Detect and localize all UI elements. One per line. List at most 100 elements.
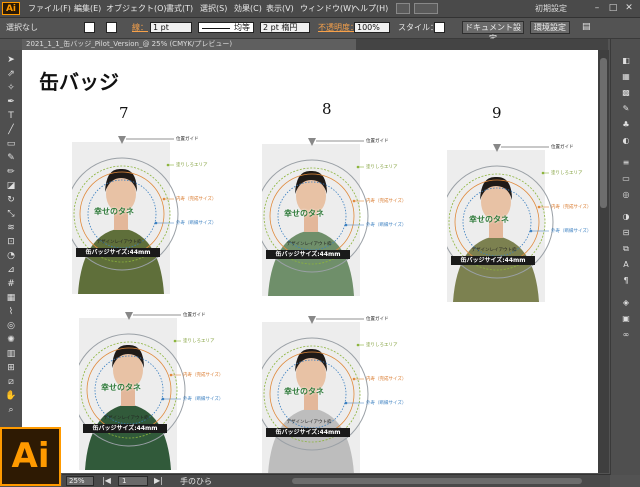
stroke-panel-icon[interactable]: ≡: [619, 157, 633, 168]
guide-label-position: 位置ガイド: [176, 137, 199, 142]
preferences-button[interactable]: 環境設定: [530, 21, 570, 34]
paragraph-panel-icon[interactable]: ¶: [619, 275, 633, 286]
type-tool-icon[interactable]: T: [3, 110, 19, 122]
graph-tool-icon[interactable]: ▥: [3, 348, 19, 360]
line-tool-icon[interactable]: ╱: [3, 124, 19, 136]
links-panel-icon[interactable]: ∞: [619, 329, 633, 340]
brush-definition-field[interactable]: 2 pt 楕円: [260, 22, 310, 33]
tools-panel: ➤ ⇗ ✧ ✒ T ╱ ▭ ✎ ✏ ◪ ↻ ⤡ ≋ ⊡ ◔ ⊿ # ▦ ⌇ ◎ …: [0, 50, 23, 436]
badge-card[interactable]: 位置ガイド 塗りしろエリア 内寿（完成サイズ） 外寿（断縁サイズ） デザインレイアウト枠…: [72, 136, 222, 298]
gradient-tool-icon[interactable]: ▦: [3, 292, 19, 304]
stroke-weight-field[interactable]: 1 pt: [150, 22, 192, 33]
vertical-scrollbar[interactable]: [598, 50, 609, 473]
fill-swatch[interactable]: [84, 22, 95, 33]
bridge-icon[interactable]: [396, 3, 410, 14]
scale-tool-icon[interactable]: ⤡: [3, 208, 19, 220]
badge-size-label: 缶バッジサイズ:44mm: [76, 248, 160, 257]
horizontal-scroll-thumb[interactable]: [292, 478, 582, 484]
align-panel-icon[interactable]: ⊟: [619, 227, 633, 238]
variable-width-profile[interactable]: 均等: [198, 22, 254, 33]
slice-tool-icon[interactable]: ⧄: [3, 376, 19, 388]
hand-tool-icon[interactable]: ✋: [3, 390, 19, 402]
blend-tool-icon[interactable]: ◎: [3, 320, 19, 332]
graphic-style-swatch[interactable]: [434, 22, 445, 33]
first-artboard-icon[interactable]: |◀: [102, 476, 111, 485]
arrange-documents-icon[interactable]: [414, 3, 438, 14]
mesh-tool-icon[interactable]: #: [3, 278, 19, 290]
badge-number: 8: [322, 100, 332, 118]
opacity-field[interactable]: 100%: [354, 22, 390, 33]
magic-wand-tool-icon[interactable]: ✧: [3, 82, 19, 94]
pen-tool-icon[interactable]: ✒: [3, 96, 19, 108]
badge-card[interactable]: 位置ガイド 塗りしろエリア 内寿（完成サイズ） 外寿（断縁サイズ） デザインレイアウト枠…: [79, 312, 229, 473]
opacity-label[interactable]: 不透明度：: [318, 22, 358, 33]
color-guide-icon[interactable]: ▦: [619, 71, 633, 82]
gradient-panel-icon[interactable]: ▭: [619, 173, 633, 184]
brushes-panel-icon[interactable]: ✎: [619, 103, 633, 114]
direct-selection-tool-icon[interactable]: ⇗: [3, 68, 19, 80]
guide-label-bleed: 塗りしろエリア: [551, 171, 583, 176]
minimize-icon[interactable]: –: [590, 2, 604, 14]
artboard-number-field[interactable]: 1: [118, 476, 148, 486]
badge-guides: [447, 144, 554, 279]
pathfinder-panel-icon[interactable]: ⧉: [619, 243, 633, 254]
perspective-grid-tool-icon[interactable]: ⊿: [3, 264, 19, 276]
artboard[interactable]: 缶バッジ 7 位置ガイド 塗りしろエリア 内寿（完成サイズ） 外寿（断縁サイズ） デザイン…: [22, 50, 598, 473]
badge-card[interactable]: 位置ガイド 塗りしろエリア 内寿（完成サイズ） 外寿（断縁サイズ） デザインレイアウト枠…: [262, 138, 412, 300]
symbol-sprayer-tool-icon[interactable]: ✺: [3, 334, 19, 346]
eraser-tool-icon[interactable]: ◪: [3, 180, 19, 192]
menu-object[interactable]: オブジェクト(O): [106, 3, 167, 14]
zoom-field[interactable]: 25%: [66, 476, 94, 486]
character-panel-icon[interactable]: A: [619, 259, 633, 270]
pencil-tool-icon[interactable]: ✏: [3, 166, 19, 178]
style-label: スタイル：: [398, 23, 438, 32]
badge-card[interactable]: 位置ガイド 塗りしろエリア 内寿（完成サイズ） 外寿（断縁サイズ） デザインレイアウト枠…: [447, 144, 597, 306]
menu-type[interactable]: 書式(T): [166, 3, 193, 14]
appearance-panel-icon[interactable]: ◑: [619, 211, 633, 222]
free-transform-tool-icon[interactable]: ⊡: [3, 236, 19, 248]
guide-label-position: 位置ガイド: [183, 313, 206, 318]
rectangle-tool-icon[interactable]: ▭: [3, 138, 19, 150]
transparency-panel-icon[interactable]: ◎: [619, 189, 633, 200]
eyedropper-tool-icon[interactable]: ⌇: [3, 306, 19, 318]
guide-label-outer: 外寿（断縁サイズ）: [183, 397, 224, 402]
arrange-icon[interactable]: ▤: [582, 22, 591, 32]
guide-label-bleed: 塗りしろエリア: [183, 339, 215, 344]
status-tool-label: 手のひら: [180, 477, 212, 486]
stroke-label[interactable]: 線：: [132, 22, 148, 33]
workspace-switcher[interactable]: 初期設定: [535, 3, 567, 14]
menu-edit[interactable]: 編集(E): [74, 3, 101, 14]
layers-panel-icon[interactable]: ◈: [619, 297, 633, 308]
design-layout-label: デザインレイアウト枠: [96, 240, 142, 245]
badge-card[interactable]: 位置ガイド 塗りしろエリア 内寿（完成サイズ） 外寿（断縁サイズ） デザインレイアウト枠…: [262, 316, 412, 473]
next-artboard-icon[interactable]: ▶|: [154, 476, 163, 485]
shape-builder-tool-icon[interactable]: ◔: [3, 250, 19, 262]
menu-window[interactable]: ウィンドウ(W): [300, 3, 354, 14]
graphic-styles-icon[interactable]: ◐: [619, 135, 633, 146]
stroke-swatch[interactable]: [106, 22, 117, 33]
badge-logo-text: 幸せのタネ: [469, 215, 509, 224]
vertical-scroll-thumb[interactable]: [600, 58, 607, 208]
menu-help[interactable]: ヘルプ(H): [352, 3, 388, 14]
menu-select[interactable]: 選択(S): [200, 3, 227, 14]
close-icon[interactable]: ✕: [622, 2, 636, 14]
zoom-tool-icon[interactable]: ⌕: [3, 404, 19, 416]
paintbrush-tool-icon[interactable]: ✎: [3, 152, 19, 164]
artboard-tool-icon[interactable]: ⊞: [3, 362, 19, 374]
document-tab[interactable]: 2021_1_1_缶バッジ_Pilot_Version_@ 25% (CMYK/…: [22, 39, 356, 50]
menu-file[interactable]: ファイル(F): [28, 3, 71, 14]
menu-effect[interactable]: 効果(C): [234, 3, 262, 14]
selection-status: 選択なし: [6, 23, 38, 32]
color-panel-icon[interactable]: ◧: [619, 55, 633, 66]
document-settings-button[interactable]: ドキュメント設定: [462, 21, 524, 43]
guide-label-inner: 内寿（完成サイズ）: [366, 377, 407, 382]
width-tool-icon[interactable]: ≋: [3, 222, 19, 234]
swatches-panel-icon[interactable]: ▩: [619, 87, 633, 98]
menu-view[interactable]: 表示(V): [266, 3, 294, 14]
rotate-tool-icon[interactable]: ↻: [3, 194, 19, 206]
guide-label-inner: 内寿（完成サイズ）: [176, 197, 217, 202]
selection-tool-icon[interactable]: ➤: [3, 54, 19, 66]
symbols-panel-icon[interactable]: ♣: [619, 119, 633, 130]
artboards-panel-icon[interactable]: ▣: [619, 313, 633, 324]
maximize-icon[interactable]: □: [606, 2, 620, 14]
